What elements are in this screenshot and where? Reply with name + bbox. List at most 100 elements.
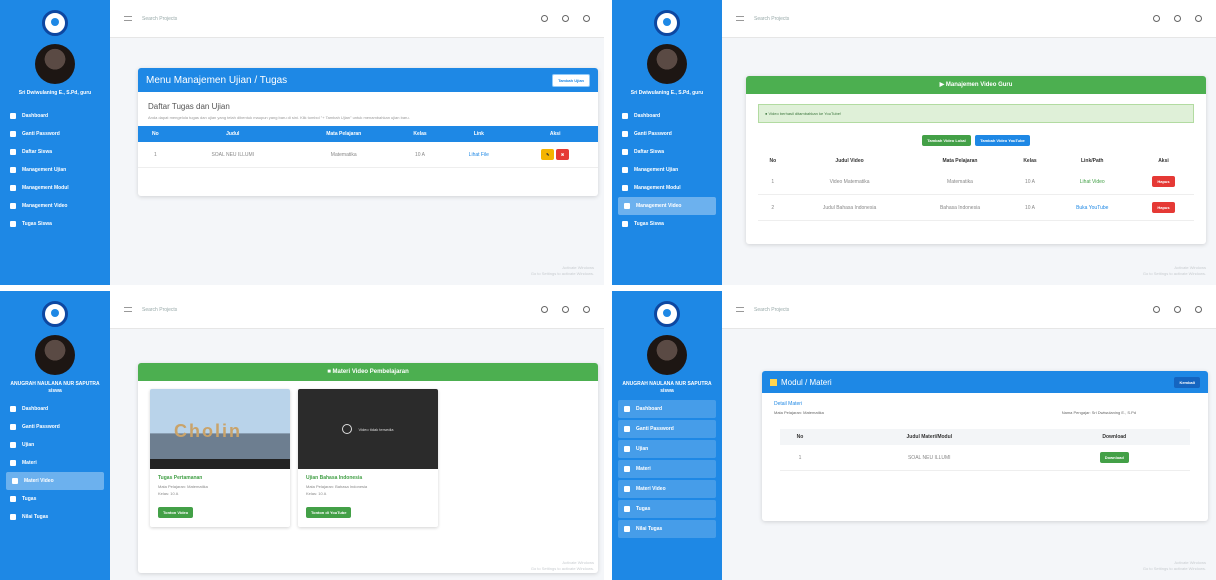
delete-button[interactable]: Hapus — [1152, 202, 1175, 213]
book-icon — [10, 460, 16, 466]
video-icon — [12, 478, 18, 484]
col-header: No — [769, 158, 777, 164]
video-icon: ■ — [327, 369, 331, 375]
table-row: 1 SOAL NEU ILLUMI Matematika 10 A Lihat … — [138, 142, 598, 168]
module-card: Modul / Materi Kembali Detail Materi Mat… — [762, 371, 1208, 521]
book-icon — [10, 185, 16, 191]
sidebar-item-modules[interactable]: Management Modul — [612, 179, 722, 197]
success-alert: ● Video berhasil ditambahkan ke YouTube! — [758, 104, 1194, 123]
search-projects[interactable]: Search Projects — [142, 16, 541, 22]
add-local-video-button[interactable]: Tambah Video Lokal — [922, 135, 971, 146]
search-projects[interactable]: Search Projects — [754, 16, 1153, 22]
sidebar-item-dashboard[interactable]: Dashboard — [618, 400, 716, 418]
sidebar-nav: Dashboard Ganti Password Ujian Materi Ma… — [0, 400, 110, 526]
sidebar-item-grades[interactable]: Nilai Tugas — [618, 520, 716, 538]
card-title: Menu Manajemen Ujian / Tugas — [146, 74, 288, 86]
sidebar-item-exams[interactable]: Management Ujian — [0, 161, 110, 179]
add-youtube-video-button[interactable]: Tambah Video YouTube — [975, 135, 1030, 146]
sidebar-item-materials[interactable]: Materi — [0, 454, 110, 472]
user-role: siswa — [48, 388, 62, 394]
settings-icon[interactable] — [562, 306, 569, 313]
avatar — [35, 44, 75, 84]
sidebar-nav: Dashboard Ganti Password Ujian Materi Ma… — [612, 400, 722, 538]
more-icon[interactable] — [583, 306, 590, 313]
edit-icon[interactable]: ✎ — [541, 149, 555, 160]
more-icon[interactable] — [1195, 306, 1202, 313]
notification-icon[interactable] — [1153, 306, 1160, 313]
sidebar-item-exams[interactable]: Management Ujian — [612, 161, 722, 179]
sidebar-item-videos[interactable]: Management Video — [0, 197, 110, 215]
sidebar-item-dashboard[interactable]: Dashboard — [612, 107, 722, 125]
sidebar-item-assignments[interactable]: Tugas Siswa — [0, 215, 110, 233]
watch-youtube-button[interactable]: Tonton di YouTube — [306, 507, 352, 518]
section-title: Daftar Tugas dan Ujian — [148, 102, 230, 111]
add-exam-button[interactable]: Tambah Ujian — [552, 73, 590, 87]
search-projects[interactable]: Search Projects — [754, 307, 1153, 313]
settings-icon[interactable] — [562, 15, 569, 22]
watch-video-button[interactable]: Tonton Video — [158, 507, 194, 518]
more-icon[interactable] — [583, 15, 590, 22]
menu-toggle-icon[interactable] — [124, 307, 132, 312]
search-projects[interactable]: Search Projects — [142, 307, 541, 313]
key-icon — [622, 131, 628, 137]
school-logo-icon — [42, 10, 68, 36]
sidebar-item-grades[interactable]: Nilai Tugas — [0, 508, 110, 526]
notification-icon[interactable] — [1153, 15, 1160, 22]
notification-icon[interactable] — [541, 306, 548, 313]
sidebar-item-modules[interactable]: Management Modul — [0, 179, 110, 197]
sidebar-item-students[interactable]: Daftar Siswa — [0, 143, 110, 161]
module-table: No Judul Materi/Modul Download 1 SOAL NE… — [780, 429, 1190, 471]
sidebar-item-password[interactable]: Ganti Password — [618, 420, 716, 438]
sidebar-item-password[interactable]: Ganti Password — [612, 125, 722, 143]
sidebar-item-students[interactable]: Daftar Siswa — [612, 143, 722, 161]
menu-toggle-icon[interactable] — [736, 16, 744, 21]
settings-icon[interactable] — [1174, 306, 1181, 313]
view-video-link[interactable]: Lihat Video — [1051, 169, 1133, 195]
video-controls[interactable] — [150, 459, 290, 469]
open-youtube-link[interactable]: Buka YouTube — [1051, 194, 1133, 221]
dashboard-icon — [622, 113, 628, 119]
topbar: Search Projects — [110, 0, 604, 38]
card-title: ▶ Manajemen Video Guru — [746, 76, 1206, 94]
activation-notice: Activate Windows Go to Settings to activa… — [1142, 560, 1206, 571]
youtube-embed[interactable]: Video tidak tersedia — [298, 389, 438, 469]
more-icon[interactable] — [1195, 15, 1202, 22]
delete-icon[interactable]: ✖ — [555, 149, 570, 160]
sidebar-item-assignments[interactable]: Tugas Siswa — [612, 215, 722, 233]
table-row: 1 Video Matematika Matematika 10 A Lihat… — [758, 169, 1194, 195]
col-header: Judul Materi/Modul — [906, 434, 953, 440]
video-player[interactable]: Cholin — [150, 389, 290, 469]
notification-icon[interactable] — [541, 15, 548, 22]
sidebar-item-password[interactable]: Ganti Password — [0, 418, 110, 436]
sidebar-item-video-materials[interactable]: Materi Video — [618, 480, 716, 498]
sidebar-item-video-materials[interactable]: Materi Video — [6, 472, 104, 490]
sidebar-item-password[interactable]: Ganti Password — [0, 125, 110, 143]
video-card: Cholin Tugas Pertamanan Mata Pelajaran: … — [150, 389, 290, 527]
back-button[interactable]: Kembali — [1174, 376, 1200, 388]
book-icon — [624, 466, 630, 472]
book-icon — [622, 185, 628, 191]
sidebar-item-dashboard[interactable]: Dashboard — [0, 107, 110, 125]
sidebar-item-assignments[interactable]: Tugas — [0, 490, 110, 508]
menu-toggle-icon[interactable] — [736, 307, 744, 312]
settings-icon[interactable] — [1174, 15, 1181, 22]
screenshot-grid: Sri Dwiwulaning E., S.Pd, guru Dashboard… — [0, 0, 1216, 580]
download-button[interactable]: Download — [1099, 452, 1129, 463]
sidebar-item-exams[interactable]: Ujian — [0, 436, 110, 454]
school-logo-icon — [42, 301, 68, 327]
panel-student-videos: ANUGRAH NAULANA NUR SAPUTRA siswa Dashbo… — [0, 291, 604, 580]
topbar: Search Projects — [722, 291, 1216, 329]
sidebar-item-materials[interactable]: Materi — [618, 460, 716, 478]
sidebar-item-exams[interactable]: Ujian — [618, 440, 716, 458]
card-header: Modul / Materi Kembali — [762, 371, 1208, 393]
file-link[interactable]: Lihat File — [445, 142, 513, 168]
sidebar-item-assignments[interactable]: Tugas — [618, 500, 716, 518]
activation-notice: Activate Windows Go to Settings to activa… — [530, 265, 594, 276]
delete-button[interactable]: Hapus — [1152, 176, 1175, 187]
col-header: No — [152, 131, 159, 137]
sidebar-item-dashboard[interactable]: Dashboard — [0, 400, 110, 418]
sidebar-item-videos[interactable]: Management Video — [618, 197, 716, 215]
chart-icon — [624, 526, 630, 532]
menu-toggle-icon[interactable] — [124, 16, 132, 21]
clipboard-icon — [622, 167, 628, 173]
